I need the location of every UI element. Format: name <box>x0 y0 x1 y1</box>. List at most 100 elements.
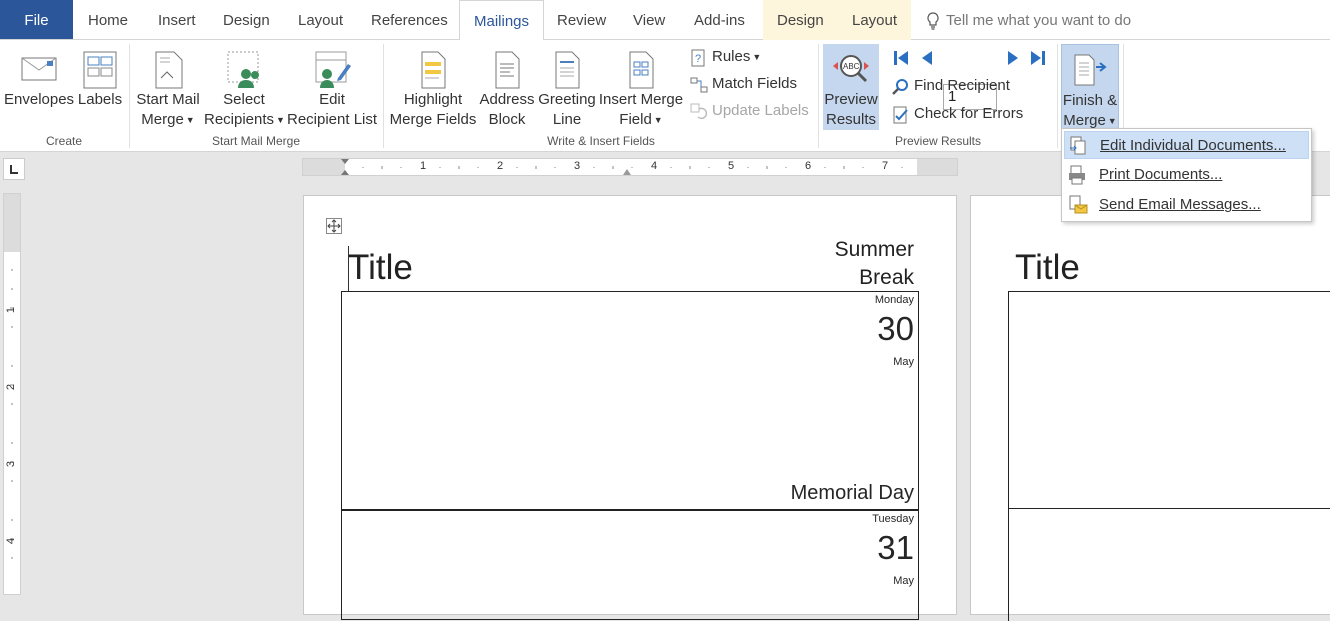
insert-field-label-1: Insert Merge <box>598 91 684 108</box>
envelopes-button[interactable]: Envelopes <box>4 44 74 130</box>
day-number: 30 <box>877 310 914 347</box>
ruler-number: 2 <box>497 160 504 172</box>
page-title[interactable]: Title <box>1015 248 1080 288</box>
greeting-line-button[interactable]: Greeting Line <box>537 44 597 130</box>
month-name: May <box>893 575 914 587</box>
edit-documents-icon <box>1070 136 1086 155</box>
first-record-icon[interactable] <box>892 49 910 67</box>
greeting-label-1: Greeting <box>538 91 596 108</box>
preview-label-2: Results <box>825 111 877 128</box>
chevron-down-icon: ▼ <box>276 115 285 126</box>
start-mail-merge-button[interactable]: Start Mail Merge ▼ <box>133 44 203 130</box>
document-page-2[interactable]: Title <box>970 195 1330 621</box>
tab-view[interactable]: View <box>619 0 679 40</box>
group-label-create: Create <box>45 134 83 148</box>
tab-file[interactable]: File <box>0 0 73 39</box>
check-for-errors-button[interactable]: Check for Errors <box>892 103 1023 125</box>
find-recipient-label: Find Recipient <box>914 77 1010 94</box>
previous-record-icon[interactable] <box>918 49 936 67</box>
address-block-button[interactable]: Address Block <box>478 44 536 130</box>
ruler-number: 1 <box>420 160 427 172</box>
group-divider <box>818 44 819 148</box>
edit-label-2: Recipient List <box>287 111 378 128</box>
menu-item-label: Print Documents... <box>1099 166 1223 183</box>
tab-home[interactable]: Home <box>74 0 142 40</box>
subtitle[interactable]: Summer Break <box>835 236 914 292</box>
group-label-preview-results: Preview Results <box>894 134 982 148</box>
group-divider <box>129 44 130 148</box>
address-label-2: Block <box>488 111 526 128</box>
edit-recipient-list-button[interactable]: Edit Recipient List <box>287 44 377 130</box>
tab-table-layout[interactable]: Layout <box>838 0 912 40</box>
subtitle-line-2: Break <box>859 266 914 289</box>
select-label-2-wrap: Recipients ▼ <box>204 110 285 130</box>
ruler-number: 3 <box>5 460 18 468</box>
update-labels-button[interactable]: Update Labels <box>690 100 809 122</box>
select-recipients-button[interactable]: Select Recipients ▼ <box>204 44 285 130</box>
printer-icon <box>1069 165 1085 185</box>
ruler-number: 7 <box>882 160 889 172</box>
menu-item-print-documents[interactable]: Print Documents... <box>1064 161 1309 189</box>
tab-layout[interactable]: Layout <box>284 0 357 40</box>
menu-item-edit-individual[interactable]: Edit Individual Documents... <box>1064 131 1309 159</box>
finish-label-2: Merge <box>1063 112 1106 129</box>
finish-merge-button[interactable]: Finish & Merge ▼ <box>1061 44 1119 132</box>
recipients-icon <box>227 51 259 88</box>
labels-button[interactable]: Labels <box>76 44 124 130</box>
labels-label: Labels <box>77 91 123 108</box>
highlight-label-2: Merge Fields <box>389 111 477 128</box>
ruler-number: 5 <box>728 160 735 172</box>
tab-selector[interactable] <box>3 158 25 180</box>
subtitle-line-1: Summer <box>834 238 914 261</box>
tell-me-box[interactable]: Tell me what you want to do <box>922 0 1131 40</box>
chevron-down-icon: ▼ <box>185 115 195 126</box>
group-label-write-insert: Write & Insert Fields <box>547 134 655 148</box>
chevron-down-icon: ▼ <box>752 52 762 63</box>
ribbon-tab-bar: File Home Insert Design Layout Reference… <box>0 0 1330 41</box>
select-label-2: Recipients <box>204 111 275 128</box>
preview-abc-icon: ABC <box>833 55 869 83</box>
calendar-cell-day[interactable]: Monday 30 May Memorial Day <box>341 292 919 510</box>
ruler-number: 1 <box>5 306 18 314</box>
labels-icon <box>83 51 117 89</box>
select-label-1: Select <box>223 91 265 108</box>
tab-design[interactable]: Design <box>209 0 284 40</box>
insert-merge-field-button[interactable]: Insert Merge Field ▼ <box>598 44 684 130</box>
rules-button[interactable]: ? Rules ▼ <box>690 46 761 68</box>
finish-label-1: Finish & <box>1062 92 1118 109</box>
start-mail-label-2-text: Merge <box>141 111 184 128</box>
tab-review[interactable]: Review <box>543 0 620 40</box>
vertical-ruler[interactable]: 1 2 3 4 <box>3 193 21 595</box>
greeting-label-2: Line <box>552 111 582 128</box>
horizontal-ruler[interactable]: 1 2 3 4 5 6 7 <box>302 158 958 176</box>
page-title[interactable]: Title <box>348 248 413 288</box>
menu-item-send-email[interactable]: Send Email Messages... <box>1064 191 1309 219</box>
day-number: 31 <box>877 529 914 566</box>
document-page[interactable]: Title Summer Break Monday 30 May Memoria… <box>303 195 957 620</box>
ruler-number: 2 <box>5 383 18 391</box>
next-record-icon[interactable] <box>1004 49 1022 67</box>
group-divider <box>1057 44 1058 148</box>
calendar-cell-day[interactable]: Tuesday 31 May <box>341 510 919 620</box>
rules-icon: ? <box>691 49 705 67</box>
chevron-down-icon: ▼ <box>1107 116 1117 127</box>
envelopes-label: Envelopes <box>4 91 75 108</box>
check-errors-icon <box>893 106 908 124</box>
preview-results-button[interactable]: ABC Preview Results <box>823 44 879 130</box>
menu-item-label: Edit Individual Documents... <box>1100 137 1286 154</box>
table-row-border <box>1008 508 1330 509</box>
tab-addins[interactable]: Add-ins <box>680 0 759 40</box>
svg-text:?: ? <box>695 53 701 65</box>
ruler-number: 3 <box>574 160 581 172</box>
update-labels-label: Update Labels <box>712 102 809 119</box>
find-recipient-button[interactable]: Find Recipient <box>892 75 1010 97</box>
tab-references[interactable]: References <box>357 0 462 40</box>
highlight-merge-fields-button[interactable]: Highlight Merge Fields <box>389 44 477 130</box>
match-fields-button[interactable]: Match Fields <box>690 73 797 95</box>
email-icon <box>1069 195 1088 214</box>
last-record-icon[interactable] <box>1029 49 1047 67</box>
tab-mailings[interactable]: Mailings <box>459 0 545 41</box>
tab-table-design[interactable]: Design <box>763 0 838 40</box>
table-move-handle[interactable] <box>326 218 342 234</box>
tab-insert[interactable]: Insert <box>144 0 210 40</box>
